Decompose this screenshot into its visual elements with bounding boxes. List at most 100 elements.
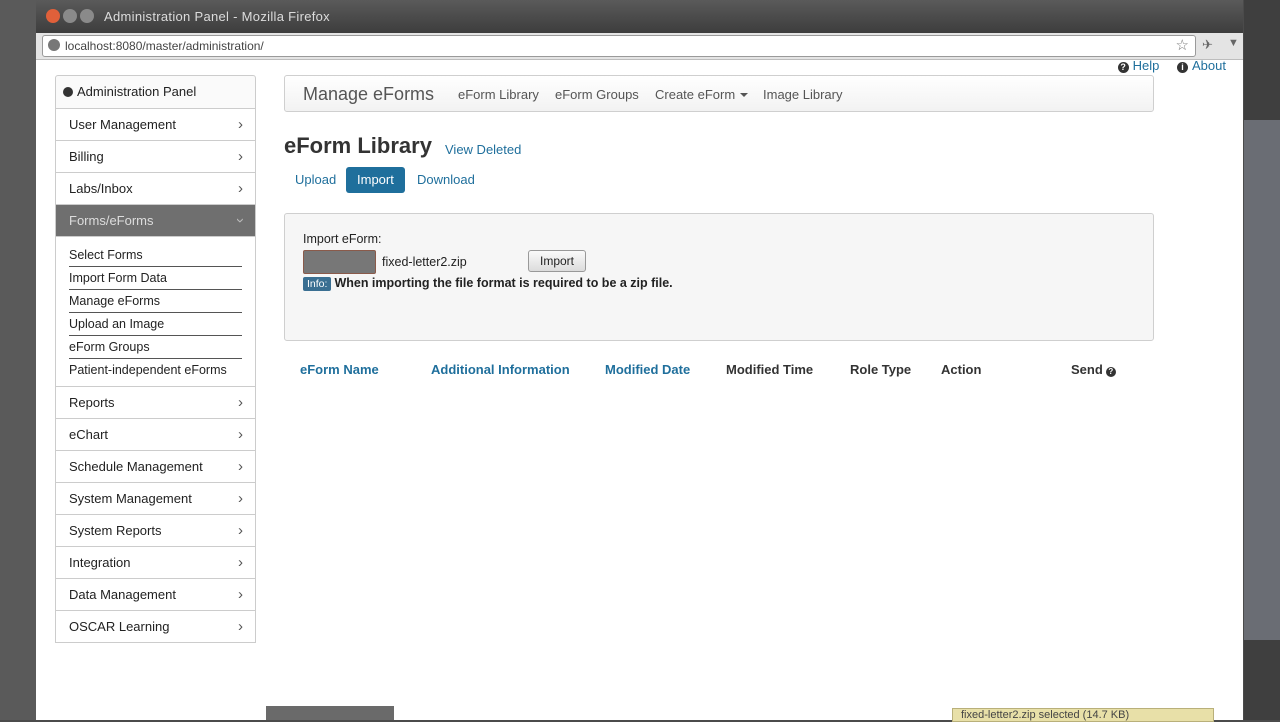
- view-deleted-link[interactable]: View Deleted: [445, 142, 521, 157]
- chevron-right-icon: ›: [238, 458, 243, 475]
- navbar-brand[interactable]: Manage eForms: [303, 84, 434, 105]
- sidebar-subitem-upload-image[interactable]: Upload an Image: [69, 314, 242, 336]
- info-message: Info: When importing the file format is r…: [303, 276, 673, 291]
- extension-icon[interactable]: ✈: [1202, 37, 1213, 53]
- manage-eforms-navbar: Manage eForms eForm Library eForm Groups…: [284, 75, 1154, 112]
- column-action: Action: [941, 362, 982, 377]
- chevron-right-icon: ›: [238, 116, 243, 133]
- help-circle-icon[interactable]: ?: [1105, 367, 1116, 377]
- nav-create-eform[interactable]: Create eForm: [655, 87, 749, 102]
- import-button[interactable]: Import: [528, 250, 586, 272]
- gear-icon: [63, 87, 73, 97]
- column-role-type: Role Type: [850, 362, 912, 377]
- sidebar-item-label: Data Management: [69, 587, 176, 602]
- nav-create-eform-label: Create eForm: [655, 87, 736, 102]
- taskbar-item[interactable]: [266, 706, 394, 720]
- sidebar-item-label: Forms/eForms: [69, 213, 154, 228]
- page-title: eForm Library: [284, 133, 432, 158]
- info-icon: i: [1177, 62, 1189, 73]
- window-close-button[interactable]: [46, 9, 60, 23]
- sidebar-subitem-select-forms[interactable]: Select Forms: [69, 245, 242, 267]
- title-bar: Administration Panel - Mozilla Firefox: [36, 0, 1243, 33]
- sidebar-item-label: Schedule Management: [69, 459, 203, 474]
- import-label: Import eForm:: [303, 232, 382, 246]
- url-bar[interactable]: localhost:8080/master/administration/ ☆: [42, 35, 1196, 57]
- sidebar-item-label: Reports: [69, 395, 115, 410]
- tab-upload[interactable]: Upload: [284, 167, 347, 193]
- sidebar-item-oscar-learning[interactable]: OSCAR Learning ›: [55, 611, 256, 643]
- sidebar-item-label: System Reports: [69, 523, 162, 538]
- sidebar-item-label: OSCAR Learning: [69, 619, 170, 634]
- window-title: Administration Panel - Mozilla Firefox: [104, 9, 330, 24]
- sidebar-item-echart[interactable]: eChart ›: [55, 419, 256, 451]
- chevron-right-icon: ›: [238, 586, 243, 603]
- info-badge: Info:: [303, 277, 332, 291]
- sidebar-subitem-import-form-data[interactable]: Import Form Data: [69, 268, 242, 290]
- nav-eform-groups[interactable]: eForm Groups: [555, 87, 639, 102]
- chevron-down-icon[interactable]: ▼: [1228, 37, 1239, 49]
- sidebar-item-system-reports[interactable]: System Reports ›: [55, 515, 256, 547]
- help-label: Help: [1132, 58, 1160, 73]
- sidebar-item-label: User Management: [69, 117, 176, 132]
- chevron-right-icon: ›: [238, 490, 243, 507]
- help-link[interactable]: ? Help: [1117, 58, 1160, 73]
- admin-sidebar: Administration Panel User Management › Bi…: [55, 75, 256, 643]
- browser-window: Administration Panel - Mozilla Firefox l…: [36, 0, 1243, 720]
- sidebar-item-billing[interactable]: Billing ›: [55, 141, 256, 173]
- about-label: About: [1192, 58, 1226, 73]
- top-links: ? Help i About: [1104, 58, 1226, 73]
- caret-down-icon: [740, 93, 749, 97]
- sidebar-item-labs-inbox[interactable]: Labs/Inbox ›: [55, 173, 256, 205]
- sidebar-submenu: Select Forms Import Form Data Manage eFo…: [55, 237, 256, 386]
- sidebar-item-label: System Management: [69, 491, 192, 506]
- sidebar-header: Administration Panel: [55, 75, 256, 109]
- sidebar-subitem-patient-independent[interactable]: Patient-independent eForms: [69, 360, 242, 381]
- column-additional-information[interactable]: Additional Information: [431, 362, 570, 377]
- sidebar-item-label: Labs/Inbox: [69, 181, 133, 196]
- chevron-right-icon: ›: [238, 522, 243, 539]
- about-link[interactable]: i About: [1177, 58, 1226, 73]
- column-modified-time: Modified Time: [726, 362, 814, 377]
- sidebar-item-reports[interactable]: Reports ›: [55, 386, 256, 419]
- choose-file-button[interactable]: [303, 250, 376, 274]
- page-content: ? Help i About Administration Panel User M…: [36, 58, 1243, 720]
- chevron-right-icon: ›: [238, 394, 243, 411]
- chevron-right-icon: ›: [238, 618, 243, 635]
- info-text: When importing the file format is requir…: [334, 276, 673, 290]
- star-icon[interactable]: ☆: [1176, 36, 1189, 56]
- chevron-right-icon: ›: [238, 554, 243, 571]
- chevron-right-icon: ›: [238, 148, 243, 165]
- tab-import[interactable]: Import: [346, 167, 405, 193]
- sidebar-item-integration[interactable]: Integration ›: [55, 547, 256, 579]
- column-eform-name[interactable]: eForm Name: [300, 362, 379, 377]
- window-maximize-button[interactable]: [80, 9, 94, 23]
- chosen-file-name: fixed-letter2.zip: [382, 255, 467, 269]
- chevron-down-icon: ›: [232, 218, 249, 223]
- sidebar-item-label: eChart: [69, 427, 109, 442]
- window-minimize-button[interactable]: [63, 9, 77, 23]
- site-identity-icon[interactable]: [48, 39, 60, 51]
- column-send: Send?: [1071, 362, 1116, 377]
- sidebar-item-forms-eforms[interactable]: Forms/eForms ›: [55, 205, 256, 237]
- tab-download[interactable]: Download: [406, 167, 486, 193]
- sidebar-item-data-management[interactable]: Data Management ›: [55, 579, 256, 611]
- url-text[interactable]: localhost:8080/master/administration/: [65, 36, 264, 56]
- nav-eform-library[interactable]: eForm Library: [458, 87, 539, 102]
- browser-nav-bar: localhost:8080/master/administration/ ☆ …: [36, 33, 1243, 60]
- sidebar-subitem-manage-eforms[interactable]: Manage eForms: [69, 291, 242, 313]
- sidebar-item-user-management[interactable]: User Management ›: [55, 109, 256, 141]
- question-icon: ?: [1117, 62, 1129, 73]
- nav-image-library[interactable]: Image Library: [763, 87, 842, 102]
- eform-table-header: eForm Name Additional Information Modifi…: [284, 362, 1152, 382]
- chevron-right-icon: ›: [238, 180, 243, 197]
- sidebar-header-label: Administration Panel: [77, 84, 197, 99]
- import-panel: Import eForm: fixed-letter2.zip Import I…: [284, 213, 1154, 341]
- desktop-right-edge: [1244, 0, 1280, 720]
- sidebar-item-label: Integration: [69, 555, 131, 570]
- desktop-strip: [1244, 120, 1280, 640]
- sidebar-item-schedule-management[interactable]: Schedule Management ›: [55, 451, 256, 483]
- sidebar-item-system-management[interactable]: System Management ›: [55, 483, 256, 515]
- sidebar-subitem-eform-groups[interactable]: eForm Groups: [69, 337, 242, 359]
- column-modified-date[interactable]: Modified Date: [605, 362, 690, 377]
- sidebar-item-label: Billing: [69, 149, 104, 164]
